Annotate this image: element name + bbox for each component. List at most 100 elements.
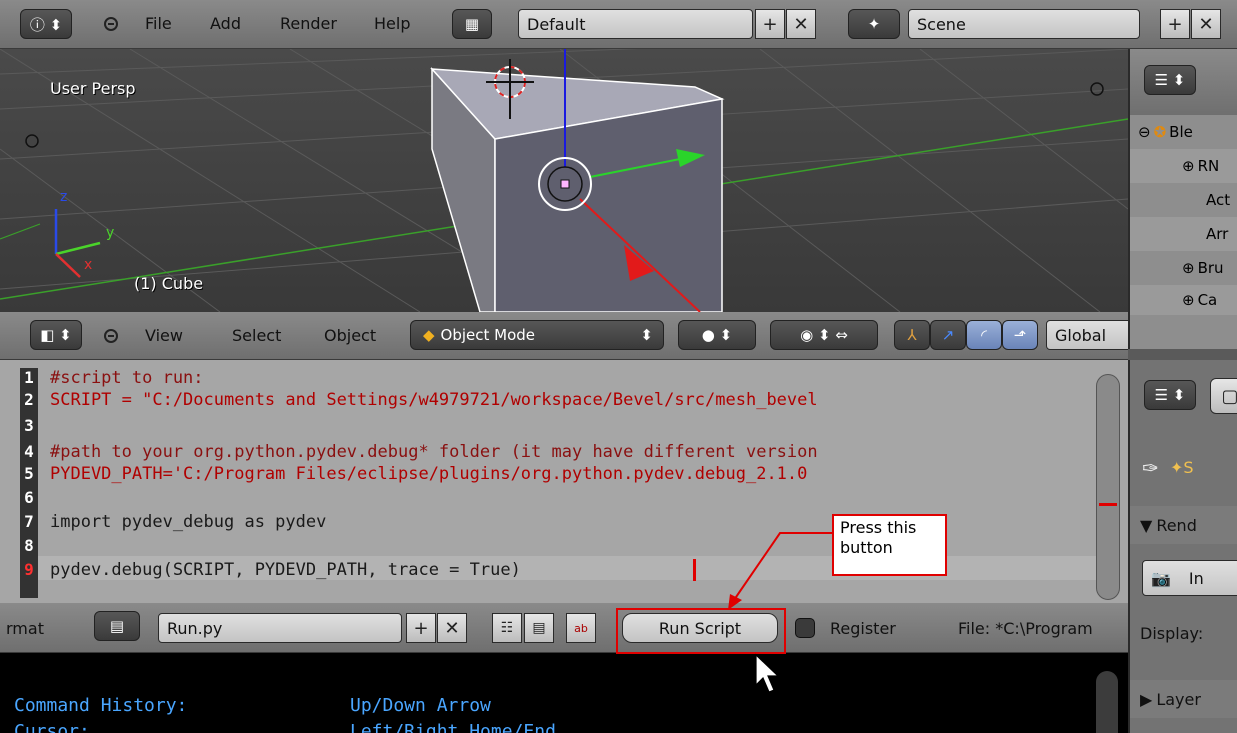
menu-add[interactable]: Add (200, 14, 251, 33)
3d-viewport[interactable]: User Persp (1) Cube z y x (0, 49, 1128, 312)
camera-icon: 📷 (1151, 568, 1171, 588)
pin-icon[interactable]: ✑ (1142, 456, 1159, 480)
axis-label-x: x (84, 257, 93, 273)
menu-render[interactable]: Render (270, 14, 347, 33)
expand-icon: ⊕ (1182, 259, 1195, 277)
menu-view[interactable]: View (135, 326, 193, 345)
line-number: 4 (24, 442, 34, 461)
line-number: 6 (24, 488, 34, 507)
collapse-menu-icon[interactable] (104, 17, 118, 31)
render-image-label: In (1188, 568, 1204, 588)
register-label: Register (830, 619, 896, 638)
manipulator-toggle-icon[interactable]: ⅄ (894, 320, 930, 350)
menu-object[interactable]: Object (314, 326, 386, 345)
translate-icon[interactable]: ↗ (930, 320, 966, 350)
viewport-scene-svg (0, 49, 1128, 312)
orientation-selector[interactable]: Global (1046, 320, 1136, 350)
view-label: User Persp (50, 79, 136, 98)
layers-section-header[interactable]: ▶ Layer (1130, 680, 1237, 718)
render-section-header[interactable]: ▼ Rend (1130, 506, 1237, 544)
scene-breadcrumb-icon: ✦S (1170, 458, 1194, 477)
screen-layout-icon[interactable]: ▦ (452, 9, 492, 39)
code-line: SCRIPT = "C:/Documents and Settings/w497… (50, 390, 818, 410)
text-editor-header: rmat ▤ Run.py + ✕ ☷ ▤ ab Run Script Regi… (0, 603, 1128, 653)
syntax-highlight-toggle-icon[interactable]: ab (566, 613, 596, 643)
delete-layout-icon[interactable]: ✕ (786, 9, 816, 39)
text-editor-type-button[interactable]: ▤ (94, 611, 140, 641)
menu-select[interactable]: Select (222, 326, 291, 345)
annotation-callout: Press this button (832, 514, 947, 576)
menu-file[interactable]: File (135, 14, 182, 33)
outliner-row[interactable]: Act (1130, 183, 1237, 217)
word-wrap-toggle-icon[interactable]: ▤ (524, 613, 554, 643)
unlink-text-icon[interactable]: ✕ (437, 613, 467, 643)
layers-section-label: Layer (1156, 689, 1201, 709)
render-image-button[interactable]: 📷 In (1142, 560, 1237, 596)
code-line: #path to your org.python.pydev.debug* fo… (50, 442, 818, 462)
line-number: 9 (24, 560, 34, 579)
outliner-row[interactable]: Arr (1130, 217, 1237, 251)
layout-field[interactable]: Default (518, 9, 753, 39)
mode-label: Object Mode (440, 326, 536, 344)
format-menu-label[interactable]: rmat (6, 619, 44, 638)
outliner-row[interactable]: ⊖ ✪ Ble (1130, 115, 1237, 149)
console-scrollbar[interactable] (1096, 671, 1118, 733)
menu-help[interactable]: Help (364, 14, 420, 33)
editor-scrollbar[interactable] (1096, 374, 1120, 600)
blender-file-icon: ✪ (1153, 123, 1167, 141)
code-line: import pydev_debug as pydev (50, 512, 327, 532)
line-number: 8 (24, 536, 34, 555)
console-line-value: Left/Right Home/End (350, 721, 556, 733)
outliner-row[interactable]: ⊕ Ca (1130, 285, 1237, 315)
text-editor[interactable]: 1 2 3 4 5 6 7 8 9 #script to run: SCRIPT… (0, 360, 1128, 603)
mode-selector[interactable]: ◆ Object Mode ⬍ (410, 320, 664, 350)
outliner-row-label: Bru (1197, 259, 1224, 277)
register-checkbox[interactable] (795, 618, 815, 638)
add-layout-icon[interactable]: + (755, 9, 785, 39)
outliner-row[interactable]: ⊕ Bru (1130, 251, 1237, 285)
outliner-row-label: Arr (1206, 225, 1229, 243)
expand-icon: ⊕ (1182, 157, 1195, 175)
scale-icon[interactable]: ⬏ (1002, 320, 1038, 350)
line-number: 7 (24, 512, 34, 531)
render-context-icon[interactable]: ▢ (1210, 378, 1237, 414)
outliner-editor-type-button[interactable]: ☰ ⬍ (1144, 65, 1196, 95)
dropdown-arrows-icon: ⬍ (640, 326, 653, 344)
highlight-box (616, 608, 786, 654)
new-text-icon[interactable]: + (406, 613, 436, 643)
delete-scene-icon[interactable]: ✕ (1191, 9, 1221, 39)
cube-mesh[interactable] (430, 67, 725, 312)
properties-editor-type-button[interactable]: ☰ ⬍ (1144, 380, 1196, 410)
outliner-row[interactable]: ⊕ RN (1130, 149, 1237, 183)
add-scene-icon[interactable]: + (1160, 9, 1190, 39)
scene-icon[interactable]: ✦ (848, 9, 900, 39)
blender-window: ⓘ ⬍ File Add Render Help ▦ Default + ✕ ✦… (0, 0, 1237, 733)
scroll-marker (1099, 503, 1117, 506)
outliner-divider (1128, 349, 1237, 360)
line-number: 1 (24, 368, 34, 387)
python-console[interactable]: Command History: Up/Down Arrow Cursor: L… (0, 653, 1128, 733)
collapsed-arrow-icon: ▶ (1140, 689, 1153, 709)
rotate-icon[interactable]: ◜ (966, 320, 1002, 350)
text-file-field[interactable]: Run.py (158, 613, 402, 643)
console-line-key: Cursor: (14, 721, 90, 733)
code-line: PYDEVD_PATH='C:/Program Files/eclipse/pl… (50, 464, 808, 484)
shading-selector[interactable]: ● ⬍ (678, 320, 756, 350)
outliner-row-label: Ca (1197, 291, 1218, 309)
viewport-editor-type-button[interactable]: ◧ ⬍ (30, 320, 82, 350)
console-line-key: Command History: (14, 695, 188, 716)
pivot-selector[interactable]: ◉ ⬍ ⇔ (770, 320, 878, 350)
scene-field[interactable]: Scene (908, 9, 1140, 39)
object-mode-icon: ◆ (423, 326, 435, 344)
line-numbers-toggle-icon[interactable]: ☷ (492, 613, 522, 643)
console-line-value: Up/Down Arrow (350, 695, 491, 716)
collapse-menu-icon[interactable] (104, 329, 118, 343)
line-number: 3 (24, 416, 34, 435)
outliner-row-label: Act (1206, 191, 1231, 209)
expand-arrow-icon: ▼ (1140, 515, 1153, 535)
line-number: 2 (24, 390, 34, 409)
expand-icon: ⊕ (1182, 291, 1195, 309)
outliner-panel: ☰ ⬍ ⊖ ✪ Ble ⊕ RN Act Arr ⊕ Bru ⊕ Ca (1128, 49, 1237, 349)
info-editor-type-button[interactable]: ⓘ ⬍ (20, 9, 72, 39)
code-line: #script to run: (50, 368, 204, 388)
